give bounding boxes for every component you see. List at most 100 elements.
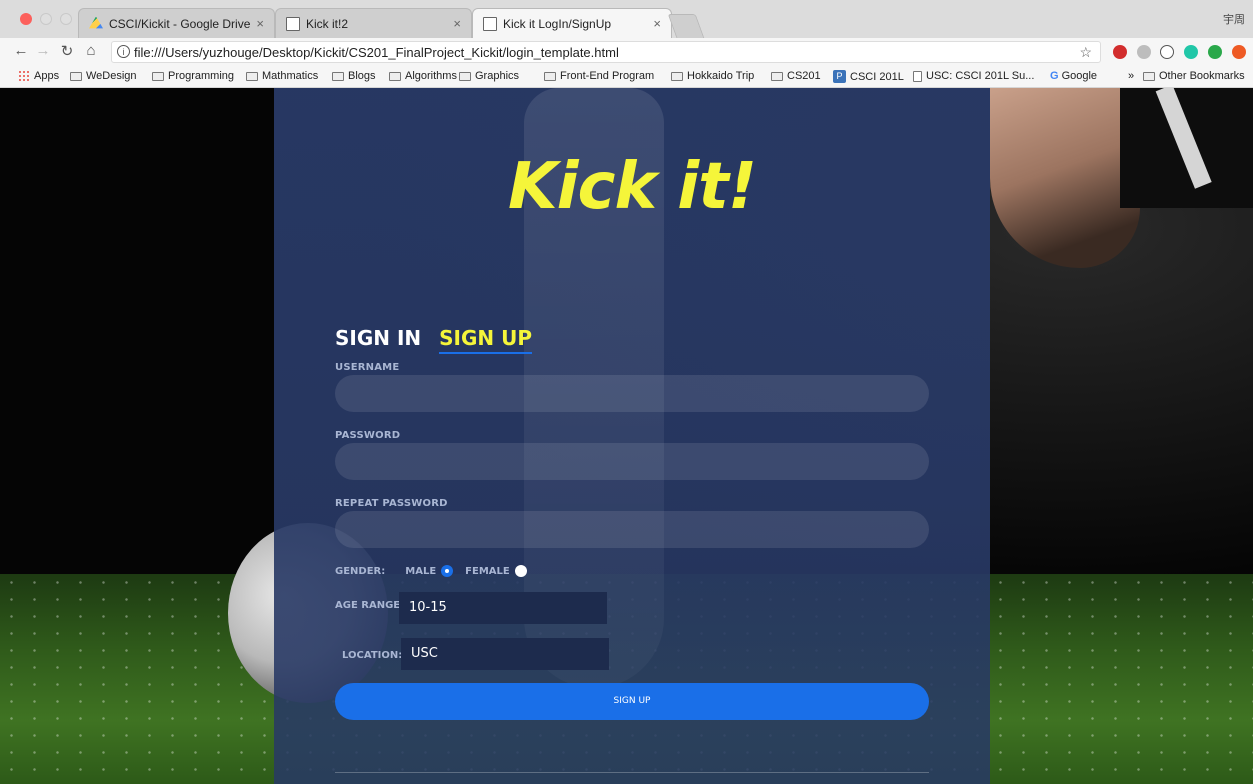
browser-toolbar: ← → ↻ ⌂ i file:///Users/yuzhouge/Desktop… <box>0 38 1253 66</box>
url-text: file:///Users/yuzhouge/Desktop/Kickit/CS… <box>134 45 619 60</box>
password-input[interactable] <box>335 443 929 480</box>
bookmark-programming[interactable]: Programming <box>152 70 234 82</box>
bookmark-usc-csci-201l[interactable]: USC: CSCI 201L Su... <box>913 70 1034 82</box>
location-select[interactable]: USC <box>401 638 609 670</box>
bookmarks-bar: Apps WeDesign Programming Mathmatics Blo… <box>0 66 1253 88</box>
bookmark-label: Hokkaido Trip <box>687 70 755 82</box>
bookmark-label: CS201 <box>787 70 821 82</box>
bookmark-label: Algorithms <box>405 70 457 82</box>
forward-arrow-icon[interactable]: → <box>34 42 52 59</box>
page-icon <box>913 70 922 82</box>
info-extension-icon[interactable] <box>1160 45 1174 59</box>
tab-sign-in[interactable]: SIGN IN <box>335 326 421 354</box>
sign-up-button[interactable]: SIGN UP <box>335 683 929 720</box>
page-icon <box>286 16 300 31</box>
bookmark-front-end-program[interactable]: Front-End Program <box>544 70 654 82</box>
bookmark-mathmatics[interactable]: Mathmatics <box>246 70 318 82</box>
tab-title: Kick it!2 <box>306 16 349 31</box>
close-window-button[interactable] <box>20 13 32 25</box>
close-tab-icon[interactable]: × <box>453 16 461 31</box>
location-label: LOCATION: <box>342 650 403 661</box>
bookmark-label: Front-End Program <box>560 70 655 82</box>
gender-male-label[interactable]: MALE <box>405 566 436 577</box>
bookmark-star-icon[interactable]: ☆ <box>1079 44 1092 61</box>
bookmark-label: WeDesign <box>86 70 137 82</box>
bookmark-label: Mathmatics <box>262 70 319 82</box>
folder-icon <box>152 71 164 81</box>
bookmark-blogs[interactable]: Blogs <box>332 70 376 82</box>
maximize-window-button[interactable] <box>60 13 72 25</box>
page-viewport: Kick it! SIGN IN SIGN UP USERNAME PASSWO… <box>0 88 1253 784</box>
repeat-password-input[interactable] <box>335 511 929 548</box>
bookmark-label: Blogs <box>348 70 376 82</box>
page-icon <box>483 16 497 31</box>
mercury-extension-icon[interactable] <box>1184 45 1198 59</box>
address-bar[interactable]: i file:///Users/yuzhouge/Desktop/Kickit/… <box>111 41 1101 63</box>
folder-icon <box>459 71 471 81</box>
tab-title: CSCI/Kickit - Google Drive <box>109 16 251 31</box>
username-input[interactable] <box>335 375 929 412</box>
folder-icon <box>332 71 344 81</box>
drive-extension-icon[interactable] <box>1137 45 1151 59</box>
bookmarks-overflow-button[interactable]: » <box>1128 70 1134 82</box>
player-leg-image <box>990 88 1140 268</box>
folder-icon <box>544 71 556 81</box>
tab-kick-it-login[interactable]: Kick it LogIn/SignUp × <box>472 8 672 38</box>
auth-tabs: SIGN IN SIGN UP <box>335 326 533 354</box>
piazza-icon: P <box>833 70 846 83</box>
bookmark-label: USC: CSCI 201L Su... <box>926 70 1035 82</box>
folder-icon <box>1143 71 1155 81</box>
google-icon: G <box>1050 70 1059 82</box>
bookmark-label: CSCI 201L <box>850 70 904 83</box>
close-tab-icon[interactable]: × <box>256 16 264 31</box>
gender-female-label[interactable]: FEMALE <box>465 566 510 577</box>
profile-button[interactable]: 宇周 <box>1223 11 1245 27</box>
repeat-password-label: REPEAT PASSWORD <box>335 498 448 509</box>
tab-google-drive[interactable]: CSCI/Kickit - Google Drive × <box>78 8 275 38</box>
home-icon[interactable]: ⌂ <box>82 42 100 59</box>
minimize-window-button[interactable] <box>40 13 52 25</box>
bookmark-label: Google <box>1061 70 1098 82</box>
tab-kick-it-2[interactable]: Kick it!2 × <box>275 8 472 38</box>
gender-female-radio[interactable] <box>514 565 527 577</box>
folder-icon <box>671 71 683 81</box>
password-label: PASSWORD <box>335 430 401 441</box>
ublock-extension-icon[interactable] <box>1113 45 1127 59</box>
gender-male-radio[interactable] <box>441 565 454 577</box>
bookmark-apps[interactable]: Apps <box>18 70 59 82</box>
gender-label: GENDER: <box>335 565 386 577</box>
folder-icon <box>70 71 82 81</box>
bookmark-csci-201l[interactable]: P CSCI 201L <box>833 70 904 83</box>
bookmark-algorithms[interactable]: Algorithms <box>389 70 457 82</box>
info-icon[interactable]: i <box>117 45 130 58</box>
google-drive-icon <box>89 16 103 29</box>
bookmark-cs201[interactable]: CS201 <box>771 70 821 82</box>
apps-icon <box>18 70 30 82</box>
age-range-select[interactable]: 10-15 <box>399 592 607 624</box>
bookmark-graphics[interactable]: Graphics <box>459 70 519 82</box>
reload-icon[interactable]: ↻ <box>58 42 76 60</box>
folder-icon <box>389 71 401 81</box>
new-tab-button[interactable] <box>667 14 705 38</box>
bookmark-label: Graphics <box>475 70 520 82</box>
opera-extension-icon[interactable] <box>1232 45 1246 59</box>
bookmark-label: Programming <box>168 70 235 82</box>
folder-icon <box>771 71 783 81</box>
bookmark-other-bookmarks[interactable]: Other Bookmarks <box>1143 70 1245 82</box>
divider <box>335 772 929 773</box>
overflow-chevron: » <box>1128 70 1135 82</box>
bookmark-hokkaido-trip[interactable]: Hokkaido Trip <box>671 70 754 82</box>
age-range-label: AGE RANGE: <box>335 600 405 611</box>
browser-tab-bar: CSCI/Kickit - Google Drive × Kick it!2 ×… <box>0 0 1253 38</box>
signup-panel: Kick it! SIGN IN SIGN UP USERNAME PASSWO… <box>274 88 990 784</box>
tab-title: Kick it LogIn/SignUp <box>503 16 612 31</box>
bookmark-label: Apps <box>34 70 60 82</box>
bookmark-wedesign[interactable]: WeDesign <box>70 70 137 82</box>
back-arrow-icon[interactable]: ← <box>12 42 30 59</box>
bookmark-google[interactable]: G Google <box>1050 70 1097 82</box>
gender-row: GENDER: MALE FEMALE <box>335 565 527 577</box>
close-tab-icon[interactable]: × <box>653 16 661 31</box>
bookmark-label: Other Bookmarks <box>1159 70 1245 82</box>
tab-sign-up[interactable]: SIGN UP <box>439 326 533 354</box>
chat-extension-icon[interactable] <box>1208 45 1222 59</box>
